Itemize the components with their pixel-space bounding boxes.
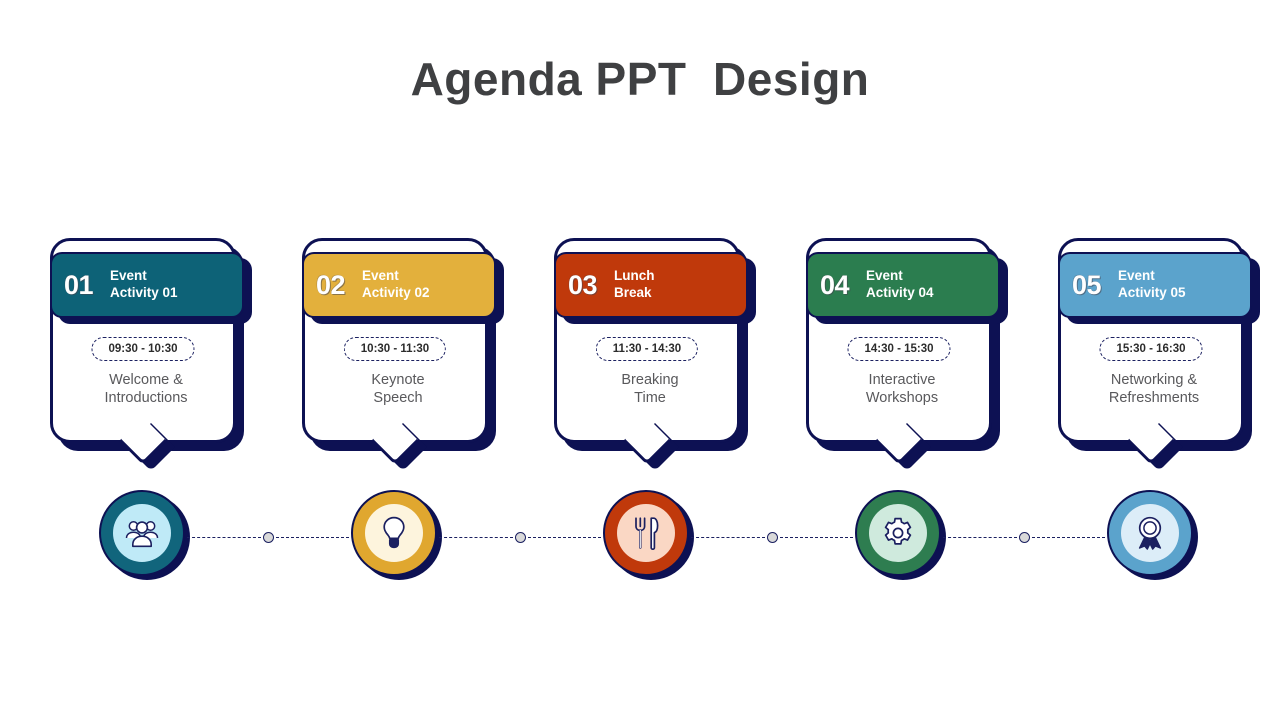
connector-dot: [262, 531, 274, 543]
agenda-card-04[interactable]: 14:30 - 15:30 Interactive Workshops 04 Even…: [806, 238, 1008, 472]
step-label-05: Event Activity 05: [1118, 268, 1186, 300]
icon-badge-05[interactable]: [1107, 490, 1198, 580]
agenda-card-01[interactable]: 09:30 - 10:30 Welcome & Introductions 01 Ev…: [50, 238, 252, 472]
timeline-connector-1: [187, 531, 349, 543]
icon-badge-04[interactable]: [855, 490, 946, 580]
agenda-card-05[interactable]: 15:30 - 16:30 Networking & Refreshments 05…: [1058, 238, 1260, 472]
cutlery-icon: [617, 504, 675, 562]
icon-ring: [603, 490, 689, 576]
step-label-01: Event Activity 01: [110, 268, 178, 300]
icon-ring: [1107, 490, 1193, 576]
time-badge-05: 15:30 - 16:30: [1099, 337, 1203, 361]
connector-line: [275, 536, 349, 538]
connector-line: [187, 536, 261, 538]
connector-line: [527, 536, 601, 538]
time-badge-04: 14:30 - 15:30: [847, 337, 951, 361]
time-badge-03: 11:30 - 14:30: [595, 337, 699, 361]
gear-icon: [869, 504, 927, 562]
step-number-05: 05: [1072, 269, 1102, 300]
header-chip-05[interactable]: 05 Event Activity 05: [1058, 252, 1252, 318]
header-chip-04[interactable]: 04 Event Activity 04: [806, 252, 1000, 318]
connector-line: [439, 536, 513, 538]
step-number-02: 02: [316, 269, 346, 300]
icon-ring: [855, 490, 941, 576]
description-02: Keynote Speech: [371, 372, 425, 407]
step-label-04: Event Activity 04: [866, 268, 934, 300]
agenda-card-02[interactable]: 10:30 - 11:30 Keynote Speech 02 Event Activ…: [302, 238, 504, 472]
connector-dot: [766, 531, 778, 543]
agenda-card-03[interactable]: 11:30 - 14:30 Breaking Time 03 Lunch Break: [554, 238, 756, 472]
icon-badge-02[interactable]: [351, 490, 442, 580]
icon-ring: [99, 490, 185, 576]
timeline-connector-3: [691, 531, 853, 543]
time-badge-01: 09:30 - 10:30: [91, 337, 195, 361]
header-chip-03[interactable]: 03 Lunch Break: [554, 252, 748, 318]
step-label-03: Lunch Break: [614, 268, 655, 300]
agenda-timeline: 09:30 - 10:30 Welcome & Introductions 01 Ev…: [0, 238, 1280, 588]
connector-line: [691, 536, 765, 538]
header-chip-02[interactable]: 02 Event Activity 02: [302, 252, 496, 318]
description-01: Welcome & Introductions: [104, 372, 188, 407]
connector-line: [943, 536, 1017, 538]
connector-line: [779, 536, 853, 538]
connector-dot: [1018, 531, 1030, 543]
description-04: Interactive Workshops: [865, 372, 939, 407]
connector-line: [1031, 536, 1105, 538]
lightbulb-icon: [365, 504, 423, 562]
header-chip-01[interactable]: 01 Event Activity 01: [50, 252, 244, 318]
step-number-01: 01: [64, 269, 94, 300]
step-label-02: Event Activity 02: [362, 268, 430, 300]
icon-badge-01[interactable]: [99, 490, 190, 580]
icon-badge-03[interactable]: [603, 490, 694, 580]
agenda-slide: Agenda PPT Design 09:30 - 10:30 Welcome &…: [0, 0, 1280, 720]
timeline-connector-2: [439, 531, 601, 543]
people-group-icon: [113, 504, 171, 562]
description-05: Networking & Refreshments: [1108, 372, 1200, 407]
page-title: Agenda PPT Design: [410, 53, 870, 105]
step-number-03: 03: [568, 269, 598, 300]
time-badge-02: 10:30 - 11:30: [343, 337, 447, 361]
award-ribbon-icon: [1121, 504, 1179, 562]
description-03: Breaking Time: [621, 372, 679, 407]
connector-dot: [514, 531, 526, 543]
timeline-connector-4: [943, 531, 1105, 543]
icon-ring: [351, 490, 437, 576]
step-number-04: 04: [820, 269, 850, 300]
